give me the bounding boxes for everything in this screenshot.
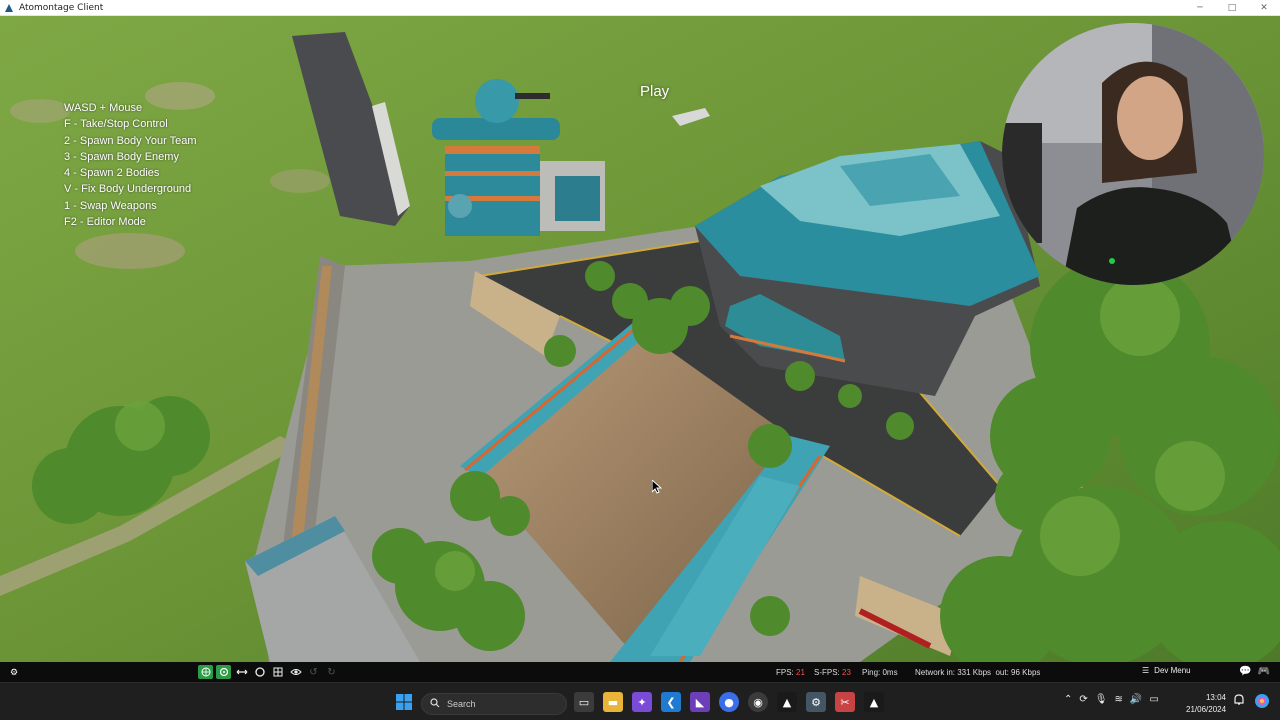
microphone-icon[interactable]: 🎙 <box>1095 694 1108 705</box>
help-line: 4 - Spawn 2 Bodies <box>64 167 160 180</box>
system-tray: ⌃ ⟳ 🎙 ≋ 🔊 ▭ <box>1064 694 1159 705</box>
fps-label: FPS: <box>776 668 794 677</box>
visual-studio-icon[interactable]: ◣ <box>690 692 710 712</box>
undo-icon[interactable]: ↺ <box>306 665 321 679</box>
windows-taskbar: Search ▭ ▬ ✦ ❮ ◣ ● ◉ ▲ ⚙ ✂ ▲ ⌃ ⟳ 🎙 ≋ 🔊 ▭… <box>0 682 1280 720</box>
controls-help: WASD + Mouse F - Take/Stop Control 2 - S… <box>64 100 197 230</box>
zoom-icon[interactable]: ● <box>719 692 739 712</box>
help-line: F2 - Editor Mode <box>64 216 146 229</box>
discord-icon[interactable]: 🎮 <box>1258 666 1270 677</box>
paint-app-icon[interactable]: ✦ <box>632 692 652 712</box>
dev-menu-label: Dev Menu <box>1154 666 1191 675</box>
copilot-icon[interactable] <box>1254 693 1270 714</box>
minimize-button[interactable]: ─ <box>1184 0 1216 16</box>
network-readout: Network in: 331 Kbps out: 96 Kbps <box>915 668 1041 677</box>
notification-bell-icon[interactable] <box>1232 693 1246 714</box>
settings-app-icon[interactable]: ⚙ <box>806 692 826 712</box>
help-line: 2 - Spawn Body Your Team <box>64 134 197 147</box>
wifi-icon[interactable]: ≋ <box>1114 694 1122 705</box>
webcam-overlay <box>1002 23 1264 285</box>
client-status-bar: ⚙ ↺ ↻ FPS: 21 S-FPS: 23 Ping: 0ms Networ… <box>0 662 1280 682</box>
grid-icon[interactable] <box>270 665 285 679</box>
obs-icon[interactable]: ◉ <box>748 692 768 712</box>
mouse-cursor-icon <box>651 478 663 499</box>
status-right-icons: 💬 🎮 <box>1239 666 1270 677</box>
search-icon <box>430 698 440 710</box>
fps-value: 21 <box>796 668 805 677</box>
clock-date: 21/06/2024 <box>1186 705 1227 714</box>
help-line: V - Fix Body Underground <box>64 183 192 196</box>
chat-icon[interactable]: 💬 <box>1239 666 1251 677</box>
dev-menu-button[interactable]: ☰ Dev Menu <box>1142 666 1191 675</box>
window-title: Atomontage Client <box>19 2 104 13</box>
app-logo-icon <box>3 2 15 14</box>
circle-icon[interactable] <box>252 665 267 679</box>
battery-icon[interactable]: ▭ <box>1149 694 1158 705</box>
volume-icon[interactable]: 🔊 <box>1130 694 1142 705</box>
atomontage-app-icon[interactable]: ▲ <box>777 692 797 712</box>
window-title-bar: Atomontage Client ─ □ ✕ <box>0 0 1280 16</box>
vscode-icon[interactable]: ❮ <box>661 692 681 712</box>
hamburger-icon: ☰ <box>1142 666 1150 675</box>
redo-icon[interactable]: ↻ <box>324 665 339 679</box>
globe-icon[interactable] <box>198 665 213 679</box>
sync-icon[interactable]: ⟳ <box>1079 694 1087 705</box>
snipping-tool-icon[interactable]: ✂ <box>835 692 855 712</box>
help-line: 1 - Swap Weapons <box>64 199 157 212</box>
target-icon[interactable] <box>216 665 231 679</box>
sfps-value: 23 <box>842 668 851 677</box>
eye-icon[interactable] <box>288 665 303 679</box>
sfps-readout: S-FPS: 23 <box>814 668 851 677</box>
atomontage-client-icon[interactable]: ▲ <box>864 692 884 712</box>
help-line: 3 - Spawn Body Enemy <box>64 150 179 163</box>
task-view-icon[interactable]: ▭ <box>574 692 594 712</box>
chevron-up-icon[interactable]: ⌃ <box>1064 694 1072 705</box>
close-button[interactable]: ✕ <box>1248 0 1280 16</box>
maximize-button[interactable]: □ <box>1216 0 1248 16</box>
search-placeholder: Search <box>447 699 476 709</box>
taskbar-search-box[interactable]: Search <box>421 693 567 715</box>
file-explorer-icon[interactable]: ▬ <box>603 692 623 712</box>
webcam-person-image <box>1002 23 1264 285</box>
move-icon[interactable] <box>234 665 249 679</box>
taskbar-right-icons <box>1232 693 1270 714</box>
play-label[interactable]: Play <box>640 83 669 100</box>
window-controls: ─ □ ✕ <box>1184 0 1280 16</box>
system-clock[interactable]: 13:04 21/06/2024 <box>1186 692 1226 716</box>
clock-time: 13:04 <box>1205 693 1226 702</box>
ping-readout: Ping: 0ms <box>862 668 898 677</box>
help-line: WASD + Mouse <box>64 102 143 114</box>
fps-readout: FPS: 21 <box>776 668 805 677</box>
windows-start-icon[interactable] <box>396 694 412 715</box>
sfps-label: S-FPS: <box>814 668 840 677</box>
taskbar-apps: ▭ ▬ ✦ ❮ ◣ ● ◉ ▲ ⚙ ✂ ▲ <box>574 692 884 712</box>
settings-icon[interactable]: ⚙ <box>8 666 20 678</box>
help-line: F - Take/Stop Control <box>64 118 168 131</box>
game-viewport[interactable]: WASD + Mouse F - Take/Stop Control 2 - S… <box>0 16 1280 662</box>
editor-toolbar: ↺ ↻ <box>198 665 339 679</box>
